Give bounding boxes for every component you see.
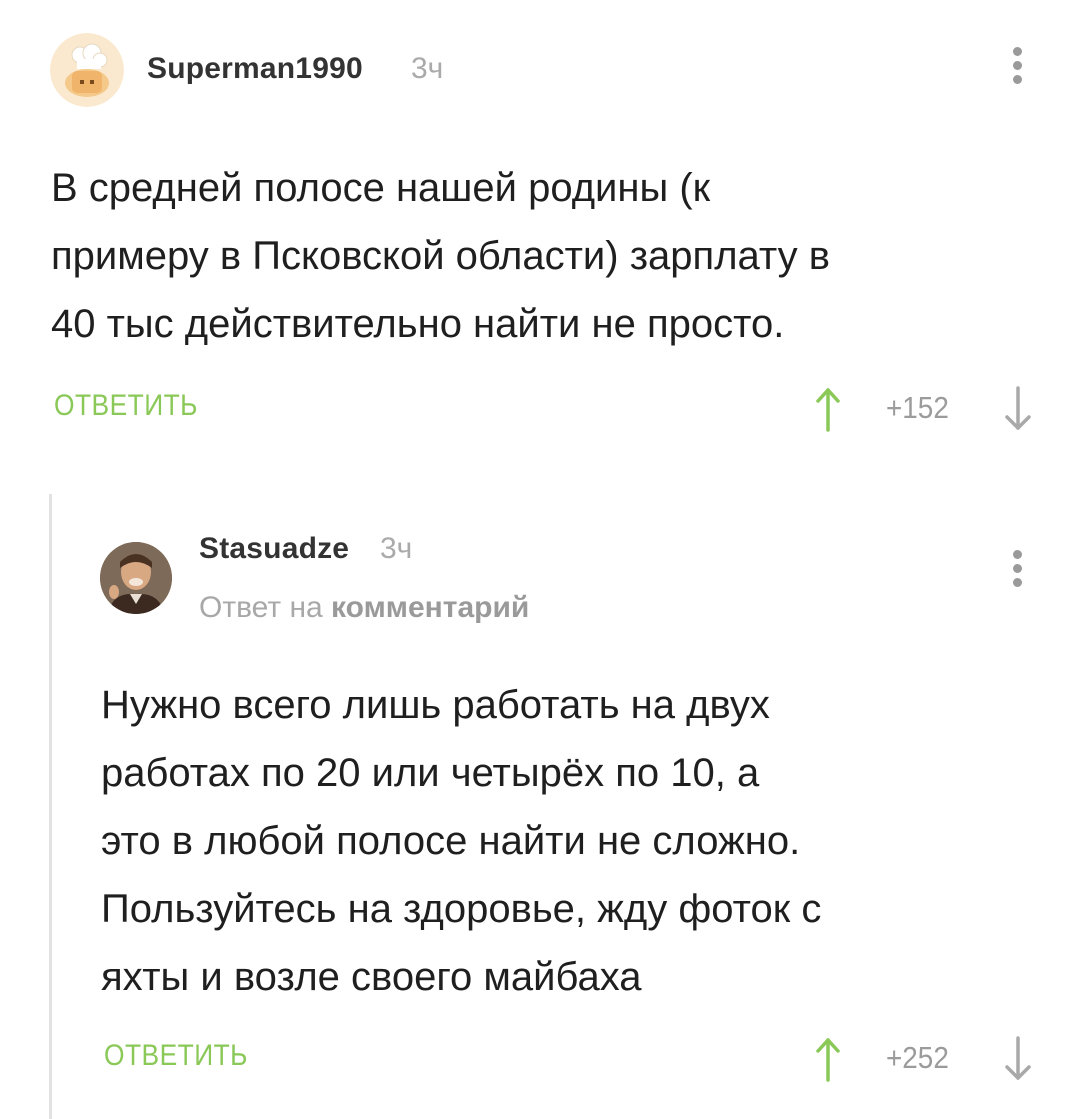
- reply-to-link[interactable]: комментарий: [331, 591, 529, 624]
- comment-reply: Stasuadze 3ч Ответ на комментарий Нужно …: [0, 470, 1080, 1119]
- more-options-icon[interactable]: [1011, 550, 1023, 587]
- reply-button[interactable]: ОТВЕТИТЬ: [54, 389, 198, 423]
- reply-button[interactable]: ОТВЕТИТЬ: [104, 1039, 248, 1073]
- user-avatar[interactable]: [100, 542, 172, 614]
- arrow-down-icon[interactable]: [1003, 386, 1033, 432]
- rating: +152: [886, 390, 949, 425]
- more-options-icon[interactable]: [1011, 47, 1023, 84]
- arrow-up-icon[interactable]: [815, 386, 841, 432]
- username[interactable]: Stasuadze: [199, 532, 349, 566]
- chef-hat-avatar-icon: [50, 33, 124, 107]
- reply-to-label[interactable]: Ответ на комментарий: [199, 591, 529, 625]
- comment-time: 3ч: [411, 52, 444, 85]
- user-avatar[interactable]: [50, 33, 124, 107]
- arrow-down-icon[interactable]: [1003, 1036, 1033, 1082]
- comment-text: Нужно всего лишь работать на двух работа…: [101, 683, 822, 999]
- reply-to-prefix: Ответ на: [199, 591, 323, 624]
- username[interactable]: Superman1990: [147, 52, 363, 86]
- comment-time: 3ч: [380, 532, 413, 565]
- laughing-man-avatar-icon: [100, 542, 172, 614]
- arrow-up-icon[interactable]: [815, 1036, 841, 1082]
- comment-text: В средней полосе нашей родины (к примеру…: [51, 166, 831, 346]
- rating: +252: [886, 1040, 949, 1075]
- comment: Superman1990 3ч В средней полосе нашей р…: [0, 0, 1080, 470]
